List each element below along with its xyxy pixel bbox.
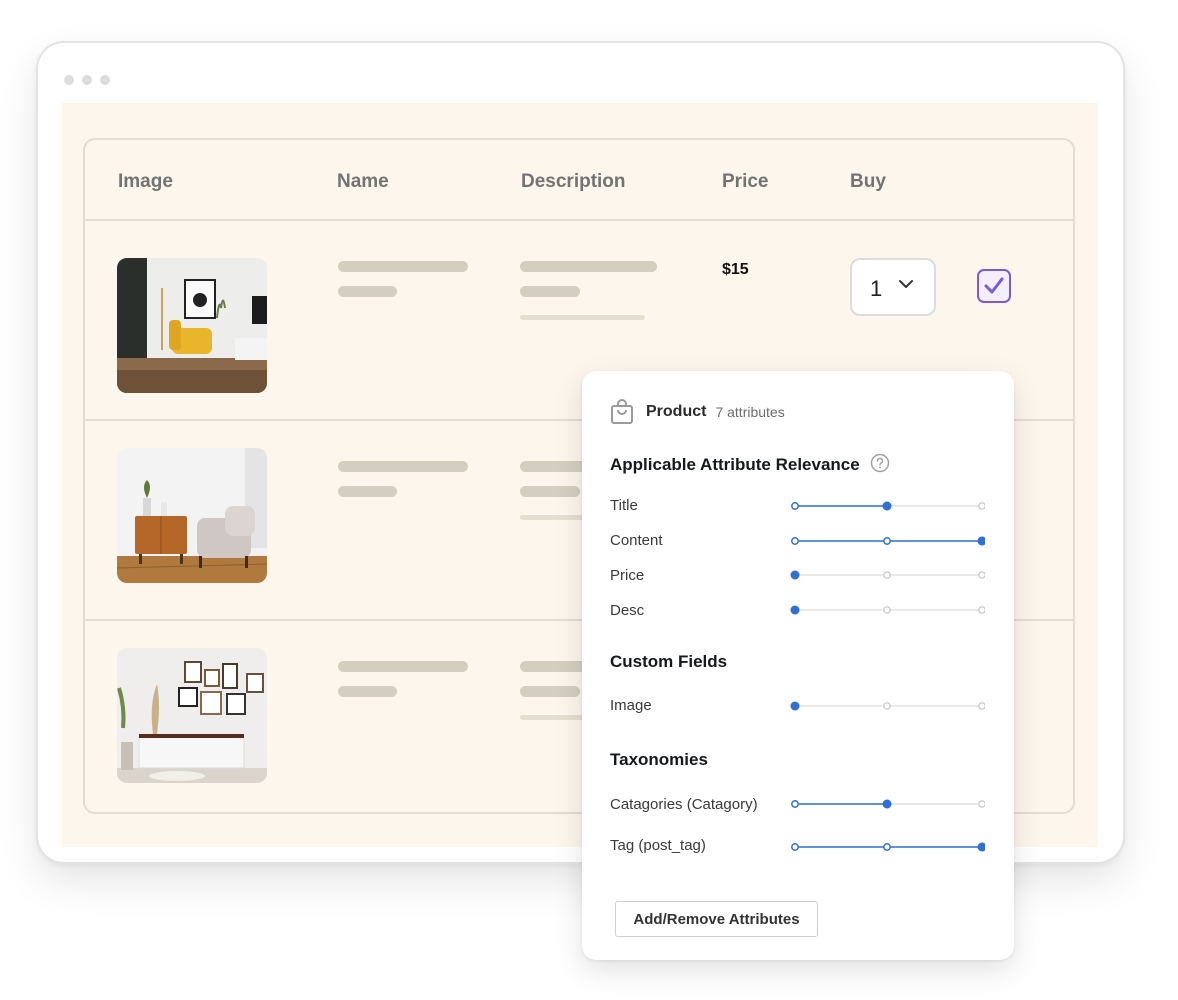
- column-header-price: Price: [722, 171, 769, 192]
- slider-handle: [882, 501, 892, 511]
- help-icon[interactable]: [870, 453, 890, 473]
- slider-handle: [790, 570, 800, 580]
- slider-handle: [977, 842, 985, 852]
- slider-stop: [791, 537, 799, 545]
- description-placeholder: [520, 486, 580, 497]
- product-image[interactable]: [117, 648, 267, 783]
- name-placeholder: [338, 286, 397, 297]
- relevance-heading: Applicable Attribute Relevance: [610, 453, 890, 475]
- product-image[interactable]: [117, 258, 267, 393]
- name-placeholder: [338, 461, 468, 472]
- slider-handle: [882, 799, 892, 809]
- description-placeholder: [520, 261, 657, 272]
- price-value: $15: [722, 261, 749, 278]
- slider-stop: [883, 606, 891, 614]
- column-header-buy: Buy: [850, 171, 886, 192]
- slider-handle: [790, 701, 800, 711]
- product-image[interactable]: [117, 448, 267, 583]
- slider-stop: [883, 702, 891, 710]
- attribute-count: 7 attributes: [715, 404, 785, 420]
- quantity-value: 1: [870, 276, 883, 301]
- name-placeholder: [338, 686, 397, 697]
- quantity-select[interactable]: 1: [850, 258, 936, 316]
- description-placeholder: [520, 686, 580, 697]
- attributes-popover: Product 7 attributes Applicable Attribut…: [582, 371, 1014, 960]
- popover-title: Product: [646, 403, 707, 420]
- slider-stop: [791, 502, 799, 510]
- attribute-label-image: Image: [610, 697, 652, 714]
- add-remove-attributes-button[interactable]: Add/Remove Attributes: [615, 901, 818, 937]
- slider-stop: [883, 571, 891, 579]
- slider-stop: [791, 800, 799, 808]
- checkmark-icon: [984, 277, 1004, 294]
- table-header: Image Name Description Price Buy: [85, 140, 1073, 221]
- window-dot[interactable]: [82, 75, 92, 85]
- slider-handle: [790, 605, 800, 615]
- buy-checkbox[interactable]: [977, 269, 1011, 303]
- description-placeholder: [520, 315, 645, 320]
- relevance-slider-image[interactable]: [790, 700, 985, 712]
- shopping-bag-icon: [611, 399, 633, 424]
- column-header-description: Description: [521, 171, 626, 192]
- taxonomies-heading: Taxonomies: [610, 750, 708, 769]
- name-placeholder: [338, 661, 468, 672]
- slider-stop: [883, 843, 891, 851]
- relevance-slider-tag[interactable]: [790, 841, 985, 853]
- column-header-name: Name: [337, 171, 389, 192]
- slider-handle: [977, 536, 985, 546]
- slider-stop: [978, 606, 985, 614]
- slider-stop: [978, 702, 985, 710]
- attribute-label-title: Title: [610, 497, 638, 514]
- name-placeholder: [338, 261, 468, 272]
- slider-stop: [978, 502, 985, 510]
- attribute-label-content: Content: [610, 532, 663, 549]
- slider-stop: [883, 537, 891, 545]
- relevance-slider-content[interactable]: [790, 535, 985, 547]
- popover-header: Product 7 attributes: [610, 399, 785, 425]
- attribute-label-desc: Desc: [610, 602, 645, 619]
- attribute-label-categories: Catagories (Catagory): [610, 796, 758, 813]
- relevance-slider-title[interactable]: [790, 500, 985, 512]
- relevance-slider-desc[interactable]: [790, 604, 985, 616]
- window-dot[interactable]: [100, 75, 110, 85]
- relevance-heading-text: Applicable Attribute Relevance: [610, 455, 860, 474]
- attribute-label-price: Price: [610, 567, 645, 584]
- relevance-slider-price[interactable]: [790, 569, 985, 581]
- slider-stop: [978, 571, 985, 579]
- attribute-label-tag: Tag (post_tag): [610, 837, 706, 854]
- slider-stop: [978, 800, 985, 808]
- window-controls: [64, 75, 110, 85]
- relevance-slider-categories[interactable]: [790, 798, 985, 810]
- name-placeholder: [338, 486, 397, 497]
- chevron-down-icon: [899, 280, 913, 288]
- column-header-image: Image: [118, 171, 173, 192]
- window-dot[interactable]: [64, 75, 74, 85]
- custom-fields-heading: Custom Fields: [610, 652, 728, 671]
- slider-stop: [791, 843, 799, 851]
- description-placeholder: [520, 286, 580, 297]
